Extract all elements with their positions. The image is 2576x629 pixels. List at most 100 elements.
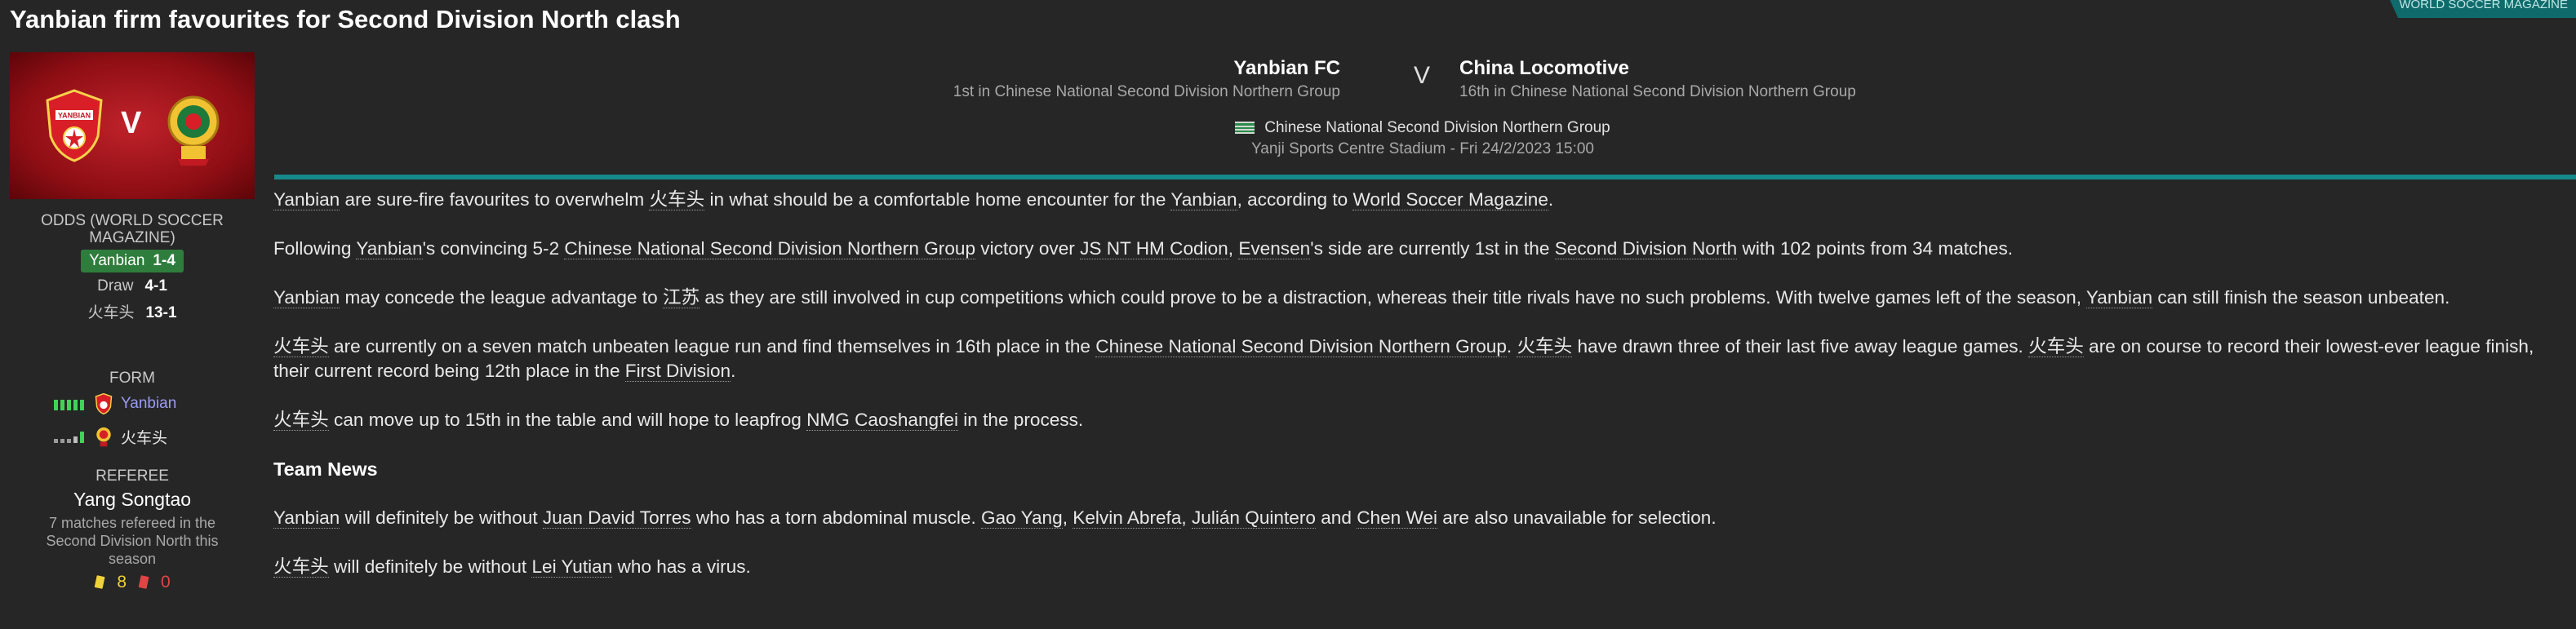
away-odds-row: 火车头 13-1 — [10, 300, 255, 322]
locomotive-crest-icon — [96, 427, 111, 447]
article-paragraph: Yanbian are sure-fire favourites to over… — [273, 188, 2571, 212]
referee-description: 7 matches refereed in the Second Divisio… — [46, 515, 219, 567]
form-row-away: 火车头 — [10, 420, 255, 453]
header-divider — [274, 175, 2576, 179]
source-tag: WORLD SOCCER MAGAZINE — [2390, 0, 2576, 18]
article-link[interactable]: 江苏 — [662, 287, 700, 308]
home-odds-team: Yanbian — [89, 252, 145, 269]
red-card-count: 0 — [161, 573, 171, 591]
article-link[interactable]: Yanbian — [273, 507, 340, 529]
article-link[interactable]: Yanbian — [273, 287, 340, 308]
locomotive-crest-icon[interactable] — [165, 89, 222, 167]
match-banner: YANBIAN V — [10, 52, 255, 199]
article-text: are currently on a seven match unbeaten … — [328, 336, 1096, 357]
team-news-heading: Team News — [273, 458, 378, 480]
article-link[interactable]: Julián Quintero — [1191, 507, 1316, 529]
away-odds-team: 火车头 — [87, 304, 135, 321]
competition-name[interactable]: Chinese National Second Division Norther… — [1264, 119, 1610, 136]
article-text: have drawn three of their last five away… — [1572, 336, 2029, 357]
article-text: may concede the league advantage to — [340, 287, 663, 308]
article-link[interactable]: 火车头 — [273, 410, 329, 431]
article-link[interactable]: Juan David Torres — [542, 507, 691, 529]
article-link[interactable]: Lei Yutian — [531, 556, 613, 578]
article-paragraph: Following Yanbian's convincing 5-2 Chine… — [273, 237, 2571, 261]
article-text: who has a virus. — [612, 556, 751, 577]
article-link[interactable]: Yanbian — [273, 189, 340, 210]
red-card-icon — [138, 575, 149, 589]
article-body: Yanbian are sure-fire favourites to over… — [273, 188, 2571, 604]
article-text: , — [1181, 507, 1192, 528]
match-header: Yanbian FC 1st in Chinese National Secon… — [269, 52, 2576, 175]
article-link[interactable]: Yanbian — [1170, 189, 1237, 210]
home-odds-value: 1-4 — [153, 252, 175, 269]
away-team-block: China Locomotive 16th in Chinese Nationa… — [1459, 57, 1856, 101]
form-team-away[interactable]: 火车头 — [121, 426, 211, 448]
referee-title: REFEREE — [95, 467, 169, 485]
home-team-name[interactable]: Yanbian FC — [953, 57, 1340, 80]
article-text: are also unavailable for selection. — [1437, 507, 1717, 528]
article-text: Following — [273, 238, 357, 259]
away-team-position: 16th in Chinese National Second Division… — [1459, 83, 1856, 100]
article-text: can still finish the season unbeaten. — [2152, 287, 2450, 308]
banner-vs: V — [121, 106, 142, 140]
article-text: 's convincing 5-2 — [422, 238, 565, 259]
article-text: will definitely be without — [340, 507, 543, 528]
article-text: can move up to 15th in the table and wil… — [328, 410, 807, 430]
article-link[interactable]: 火车头 — [273, 336, 329, 357]
article-link[interactable]: Chinese National Second Division Norther… — [564, 238, 976, 259]
article-text: victory over — [975, 238, 1081, 259]
article-paragraph: 火车头 can move up to 15th in the table and… — [273, 408, 2571, 432]
away-team-name[interactable]: China Locomotive — [1459, 57, 1856, 80]
venue-date: Yanji Sports Centre Stadium - Fri 24/2/2… — [1251, 140, 1594, 157]
home-odds-pill[interactable]: Yanbian 1-4 — [81, 250, 184, 272]
article-text: , — [1228, 238, 1239, 259]
home-team-block: Yanbian FC 1st in Chinese National Secon… — [953, 57, 1340, 101]
article-headline: Yanbian firm favourites for Second Divis… — [10, 5, 681, 33]
form-bars-icon — [54, 400, 84, 410]
article-text: 's side are currently 1st in the — [1310, 238, 1555, 259]
yanbian-crest-icon[interactable]: YANBIAN — [44, 89, 104, 162]
article-link[interactable]: Yanbian — [356, 238, 423, 259]
yellow-card-count: 8 — [117, 573, 127, 591]
article-link[interactable]: Yanbian — [2085, 287, 2153, 308]
article-link[interactable]: Chinese National Second Division Norther… — [1095, 336, 1507, 357]
referee-name[interactable]: Yang Songtao — [10, 489, 255, 511]
form-team-home[interactable]: Yanbian — [121, 395, 211, 413]
article-link[interactable]: First Division — [624, 361, 731, 382]
article-text: as they are still involved in cup compet… — [700, 287, 2086, 308]
article-text: and — [1315, 507, 1357, 528]
article-paragraph: 火车头 are currently on a seven match unbea… — [273, 334, 2571, 383]
article-link[interactable]: Second Division North — [1554, 238, 1738, 259]
article-text: are sure-fire favourites to overwhelm — [340, 189, 650, 210]
article-text: , — [1062, 507, 1073, 528]
article-text: with 102 points from 34 matches. — [1737, 238, 2014, 259]
form-row-home: Yanbian — [10, 388, 255, 420]
china-flag-icon — [1235, 122, 1255, 135]
article-text: who has a torn abdominal muscle. — [691, 507, 982, 528]
article-link[interactable]: Gao Yang — [981, 507, 1063, 529]
article-text: will definitely be without — [328, 556, 532, 577]
home-team-position: 1st in Chinese National Second Division … — [953, 83, 1340, 100]
article-link[interactable]: World Soccer Magazine — [1352, 189, 1548, 210]
draw-odds-row: Draw 4-1 — [10, 277, 255, 295]
article-link[interactable]: JS NT HM Codion — [1080, 238, 1228, 259]
competition-line: Chinese National Second Division Norther… — [269, 119, 2576, 137]
article-link[interactable]: NMG Caoshangfei — [806, 410, 958, 431]
article-link[interactable]: 火车头 — [273, 556, 329, 578]
article-paragraph: Yanbian may concede the league advantage… — [273, 286, 2571, 310]
article-link[interactable]: 火车头 — [2028, 336, 2084, 357]
form-title: FORM — [109, 370, 155, 387]
match-sidebar: YANBIAN V ODDS (WORLD SOCCER MAGAZINE) Y… — [10, 52, 255, 629]
article-link[interactable]: Evensen — [1238, 238, 1311, 259]
article-paragraph: Yanbian will definitely be without Juan … — [273, 506, 2571, 530]
article-text: . — [731, 361, 736, 381]
article-link[interactable]: 火车头 — [649, 189, 705, 210]
article-link[interactable]: 火车头 — [1517, 336, 1573, 357]
form-section: FORM Yanbian 火车头 — [10, 370, 255, 453]
article-link[interactable]: Kelvin Abrefa — [1073, 507, 1182, 529]
yellow-card-icon — [95, 575, 105, 589]
article-text: in what should be a comfortable home enc… — [704, 189, 1171, 210]
article-text: in the process. — [957, 410, 1084, 430]
svg-text:YANBIAN: YANBIAN — [58, 112, 91, 120]
article-link[interactable]: Chen Wei — [1357, 507, 1437, 529]
